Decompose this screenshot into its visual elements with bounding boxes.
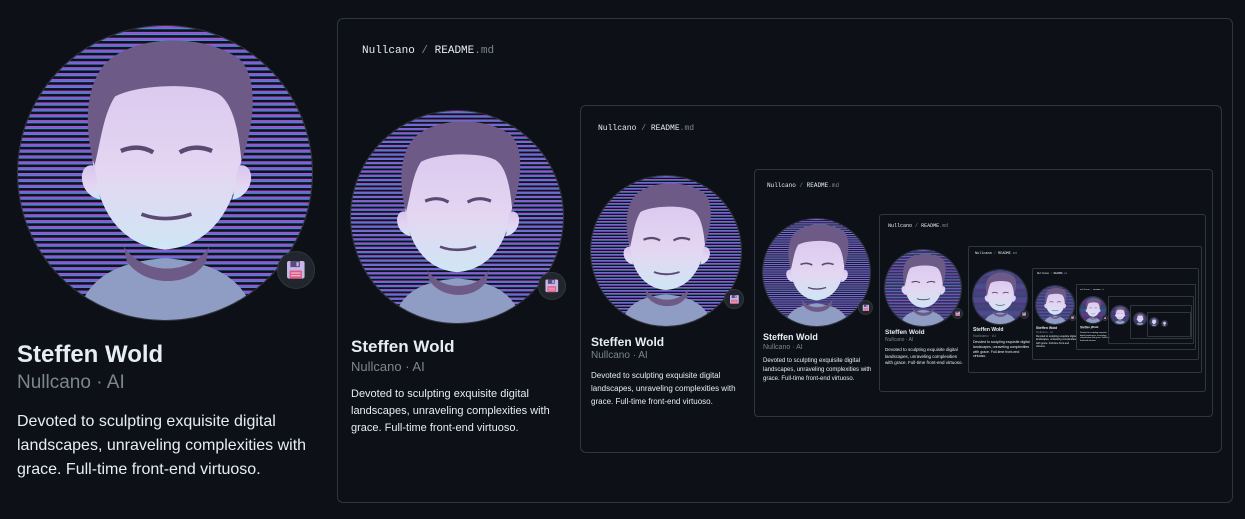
- avatar[interactable]: [1161, 320, 1168, 327]
- avatar[interactable]: [1035, 285, 1076, 325]
- profile-handle: Nullcano · AI: [885, 337, 914, 343]
- avatar-image: [350, 110, 564, 324]
- avatar[interactable]: [1149, 317, 1159, 327]
- profile-handle: Nullcano · AI: [17, 372, 125, 393]
- profile-handle: Nullcano · AI: [1080, 328, 1093, 330]
- profile-bio: Devoted to sculpting exquisite digital l…: [763, 358, 872, 382]
- profile-card: [1110, 0, 1132, 519]
- avatar[interactable]: [884, 249, 963, 327]
- profile-card: Steffen Wold Nullcano · AI Devoted to sc…: [762, 0, 877, 519]
- profile-handle: Nullcano · AI: [973, 333, 996, 338]
- avatar[interactable]: [1079, 296, 1108, 324]
- profile-card: Steffen Wold Nullcano · AI Devoted to sc…: [1035, 0, 1078, 519]
- avatar[interactable]: [17, 25, 315, 321]
- profile-bio: Devoted to sculpting exquisite digital l…: [591, 371, 736, 406]
- profile-name: Steffen Wold: [763, 332, 818, 342]
- profile-card: Steffen Wold Nullcano · AI Devoted to sc…: [884, 0, 966, 519]
- avatar[interactable]: [590, 175, 744, 327]
- profile-handle: Nullcano · AI: [1036, 330, 1054, 334]
- avatar[interactable]: [1133, 312, 1147, 326]
- floppy-disk-icon[interactable]: [1069, 314, 1076, 321]
- profile-handle: Nullcano · AI: [591, 350, 648, 361]
- avatar-image: [1161, 320, 1168, 327]
- profile-card: Steffen Wold Nullcano · AI Devoted to sc…: [972, 0, 1032, 519]
- floppy-disk-icon[interactable]: [538, 272, 566, 300]
- profile-bio: Devoted to sculpting exquisite digital l…: [885, 347, 963, 365]
- profile-name: Steffen Wold: [591, 335, 665, 349]
- avatar-image: [1110, 305, 1130, 325]
- profile-bio: Devoted to sculpting exquisite digital l…: [973, 340, 1030, 359]
- profile-card: Steffen Wold Nullcano · AI Devoted to sc…: [350, 0, 580, 519]
- profile-handle: Nullcano · AI: [763, 344, 803, 351]
- avatar-image: [1133, 312, 1147, 326]
- avatar[interactable]: [762, 218, 873, 327]
- profile-card: Steffen Wold Nullcano · AI Devoted to sc…: [1079, 0, 1110, 519]
- profile-handle: Nullcano · AI: [351, 359, 425, 374]
- profile-bio: Devoted to sculpting exquisite digital l…: [1036, 335, 1077, 349]
- avatar-image: [884, 249, 962, 327]
- profile-card: [1133, 0, 1149, 519]
- profile-card: Steffen Wold Nullcano · AI Devoted to sc…: [590, 0, 750, 519]
- avatar-image: [762, 218, 871, 327]
- profile-card: [1149, 0, 1161, 519]
- avatar-image: [17, 25, 313, 321]
- floppy-disk-icon[interactable]: [858, 300, 873, 315]
- floppy-disk-icon[interactable]: [952, 308, 963, 319]
- profile-name: Steffen Wold: [351, 337, 455, 356]
- avatar[interactable]: [1110, 305, 1130, 325]
- floppy-disk-icon[interactable]: [277, 251, 315, 289]
- profile-name: Steffen Wold: [17, 341, 164, 368]
- profile-card: Steffen Wold Nullcano · AI Devoted to sc…: [0, 0, 330, 519]
- profile-name: Steffen Wold: [885, 329, 925, 336]
- profile-card: [1161, 0, 1169, 519]
- floppy-disk-icon[interactable]: [1020, 310, 1029, 319]
- profile-bio: Devoted to sculpting exquisite digital l…: [17, 413, 307, 478]
- avatar[interactable]: [972, 269, 1029, 325]
- avatar[interactable]: [350, 110, 566, 324]
- avatar-image: [590, 175, 742, 327]
- floppy-disk-icon[interactable]: [724, 289, 744, 309]
- profile-bio: Devoted to sculpting exquisite digital l…: [351, 388, 550, 434]
- avatar-image: [1149, 317, 1159, 327]
- profile-bio: Devoted to sculpting exquisite digital l…: [1080, 332, 1110, 342]
